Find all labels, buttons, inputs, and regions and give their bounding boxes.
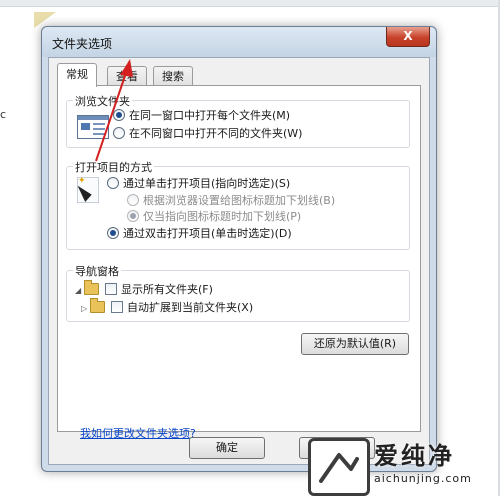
radio-icon xyxy=(107,227,119,239)
arrow-head xyxy=(120,59,133,77)
help-link[interactable]: 我如何更改文件夹选项? xyxy=(80,425,196,441)
background-window-edge xyxy=(0,0,500,7)
watermark-logo-icon xyxy=(308,438,370,496)
checkbox-show-all-folders[interactable] xyxy=(105,283,117,295)
group-title-nav: 导航窗格 xyxy=(73,263,121,279)
background-text-fragment: c xyxy=(0,108,7,121)
nav-show-all-row[interactable]: ◢ 显示所有文件夹(F) xyxy=(75,280,213,297)
folder-icon xyxy=(84,280,99,295)
tab-search[interactable]: 搜索 xyxy=(153,66,193,86)
option-single-click[interactable]: 通过单击打开项目(指向时选定)(S) xyxy=(107,175,290,191)
tree-expanded-icon: ◢ xyxy=(75,286,82,295)
group-open-items: 打开项目的方式 ✦ 通过单击打开项目(指向时选定)(S) 根据浏览器设置给图标标… xyxy=(66,159,410,250)
group-navigation-pane: 导航窗格 ◢ 显示所有文件夹(F) ▷ 自动扩展到当前文件夹(X) xyxy=(66,263,410,322)
option-double-click[interactable]: 通过双击打开项目(单击时选定)(D) xyxy=(107,225,292,241)
watermark: 爱纯净 aichunjing.com xyxy=(300,432,500,496)
arrow-shaft xyxy=(95,66,129,162)
ok-button[interactable]: 确定 xyxy=(189,437,265,459)
close-button[interactable]: X xyxy=(386,27,430,47)
dialog-title: 文件夹选项 xyxy=(52,37,113,51)
restore-defaults-button[interactable]: 还原为默认值(R) xyxy=(301,333,409,355)
annotation-arrow xyxy=(95,59,133,162)
radio-icon xyxy=(127,210,139,222)
watermark-brand: 爱纯净 xyxy=(374,442,455,470)
nav-auto-expand-row[interactable]: ▷ 自动扩展到当前文件夹(X) xyxy=(81,298,253,315)
folder-icon xyxy=(90,298,105,313)
radio-icon xyxy=(127,194,139,206)
option-underline-hover[interactable]: 仅当指向图标标题时加下划线(P) xyxy=(127,208,301,224)
radio-icon xyxy=(107,177,119,189)
tree-collapsed-icon: ▷ xyxy=(81,304,88,313)
watermark-url: aichunjing.com xyxy=(374,472,472,485)
option-underline-browser[interactable]: 根据浏览器设置给图标标题加下划线(B) xyxy=(127,192,335,208)
checkbox-auto-expand[interactable] xyxy=(111,301,123,313)
